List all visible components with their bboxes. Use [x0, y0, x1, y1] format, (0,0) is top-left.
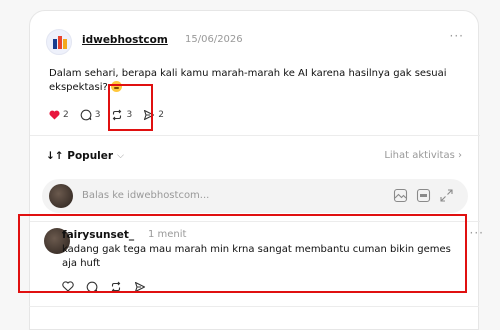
gif-icon[interactable]: [416, 188, 431, 203]
like-button[interactable]: 2: [49, 110, 69, 120]
divider: [29, 306, 479, 307]
reply-input-box[interactable]: Balas ke idwebhostcom...: [42, 179, 468, 213]
divider: [30, 135, 480, 136]
heart-filled-icon: [49, 110, 60, 120]
image-icon[interactable]: [393, 188, 408, 203]
like-count: 2: [63, 110, 69, 120]
post: idwebhostcom 15/06/2026 ··· Dalam sehari…: [30, 11, 480, 136]
current-user-avatar: [49, 184, 73, 208]
reply-count: 3: [94, 110, 101, 120]
comment-highlight-box: [18, 214, 467, 293]
idwebhost-logo-icon: [53, 36, 67, 49]
comment-bubble-icon: [80, 109, 92, 121]
author-avatar[interactable]: [46, 29, 72, 55]
reply-button[interactable]: 3: [80, 109, 101, 121]
sort-arrows-icon: ↓↑: [46, 150, 68, 162]
repost-highlight-box: [108, 84, 153, 131]
author-username[interactable]: idwebhostcom: [82, 34, 168, 46]
chevron-down-icon: ⌵: [117, 151, 124, 161]
expand-icon[interactable]: [439, 188, 454, 203]
reply-tools: [385, 188, 454, 203]
sort-dropdown[interactable]: ↓↑ Populer ⌵: [46, 150, 124, 162]
comment-more-options-icon[interactable]: ···: [470, 226, 484, 240]
sort-label: Populer: [67, 150, 114, 162]
chevron-right-icon: ›: [458, 150, 462, 161]
post-timestamp: 15/06/2026: [185, 34, 243, 45]
view-activity-link[interactable]: Lihat aktivitas ›: [384, 150, 462, 161]
view-activity-label: Lihat aktivitas: [384, 150, 455, 161]
reply-input-placeholder: Balas ke idwebhostcom...: [82, 190, 210, 201]
post-more-options-icon[interactable]: ···: [450, 29, 464, 43]
share-count: 2: [158, 110, 164, 120]
